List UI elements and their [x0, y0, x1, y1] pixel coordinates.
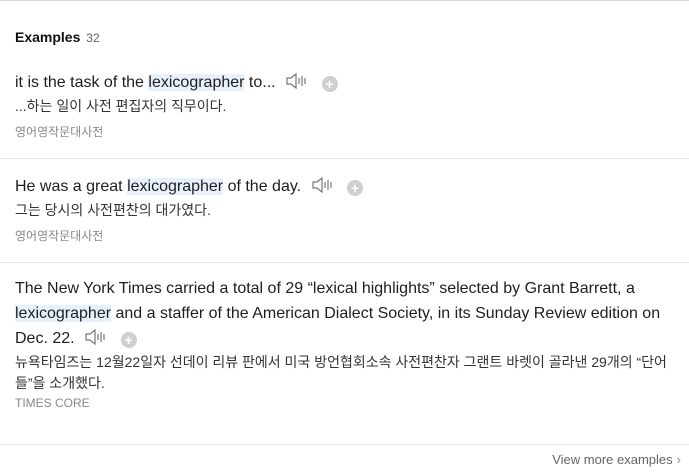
- example-english-text-before: The New York Times carried a total of 29…: [15, 280, 635, 297]
- example-english-text-before: He was a great: [15, 178, 128, 195]
- top-divider: [0, 0, 689, 1]
- example-item: The New York Times carried a total of 29…: [15, 276, 687, 410]
- example-source: 영어영작문대사전: [15, 125, 104, 139]
- example-highlight-word[interactable]: lexicographer: [15, 305, 112, 322]
- example-divider: [0, 158, 689, 159]
- example-korean: ...하는 일이 사전 편집자의 직무이다.: [15, 98, 227, 114]
- add-circle-icon[interactable]: +: [120, 332, 137, 348]
- speaker-icon[interactable]: [311, 176, 335, 194]
- footer-divider: [0, 444, 689, 445]
- example-english: He was a great lexicographer of the day.…: [15, 174, 687, 199]
- examples-count: 32: [86, 31, 100, 45]
- view-more-label: View more examples: [552, 452, 673, 467]
- add-circle-icon[interactable]: +: [321, 76, 338, 92]
- example-english-text-before: it is the task of the: [15, 74, 149, 91]
- example-highlight-word[interactable]: lexicographer: [127, 178, 224, 195]
- example-highlight-word[interactable]: lexicographer: [148, 74, 245, 91]
- speaker-icon[interactable]: [285, 72, 309, 90]
- example-divider: [0, 262, 689, 263]
- example-korean: 그는 당시의 사전편찬의 대가였다.: [15, 202, 211, 218]
- example-english: it is the task of the lexicographer to..…: [15, 70, 687, 95]
- chevron-right-icon: ›: [676, 452, 681, 467]
- examples-title: Examples: [15, 29, 81, 45]
- example-english-text-after: to...: [244, 74, 276, 91]
- example-item: He was a great lexicographer of the day.…: [15, 174, 687, 244]
- add-circle-icon[interactable]: +: [347, 180, 364, 196]
- view-more-examples-link[interactable]: View more examples ›: [552, 452, 681, 467]
- example-korean: 뉴욕타임즈는 12월22일자 선데이 리뷰 판에서 미국 방언협회소속 사전편찬…: [15, 354, 667, 391]
- example-english-text-after: and a staffer of the American Dialect So…: [15, 305, 661, 347]
- example-source: 영어영작문대사전: [15, 229, 104, 243]
- speaker-icon[interactable]: [84, 328, 108, 346]
- examples-header: Examples 32: [15, 29, 100, 45]
- example-item: it is the task of the lexicographer to..…: [15, 70, 687, 140]
- example-english-text-after: of the day.: [223, 178, 302, 195]
- example-english: The New York Times carried a total of 29…: [15, 276, 687, 351]
- example-source: TIMES CORE: [15, 396, 90, 410]
